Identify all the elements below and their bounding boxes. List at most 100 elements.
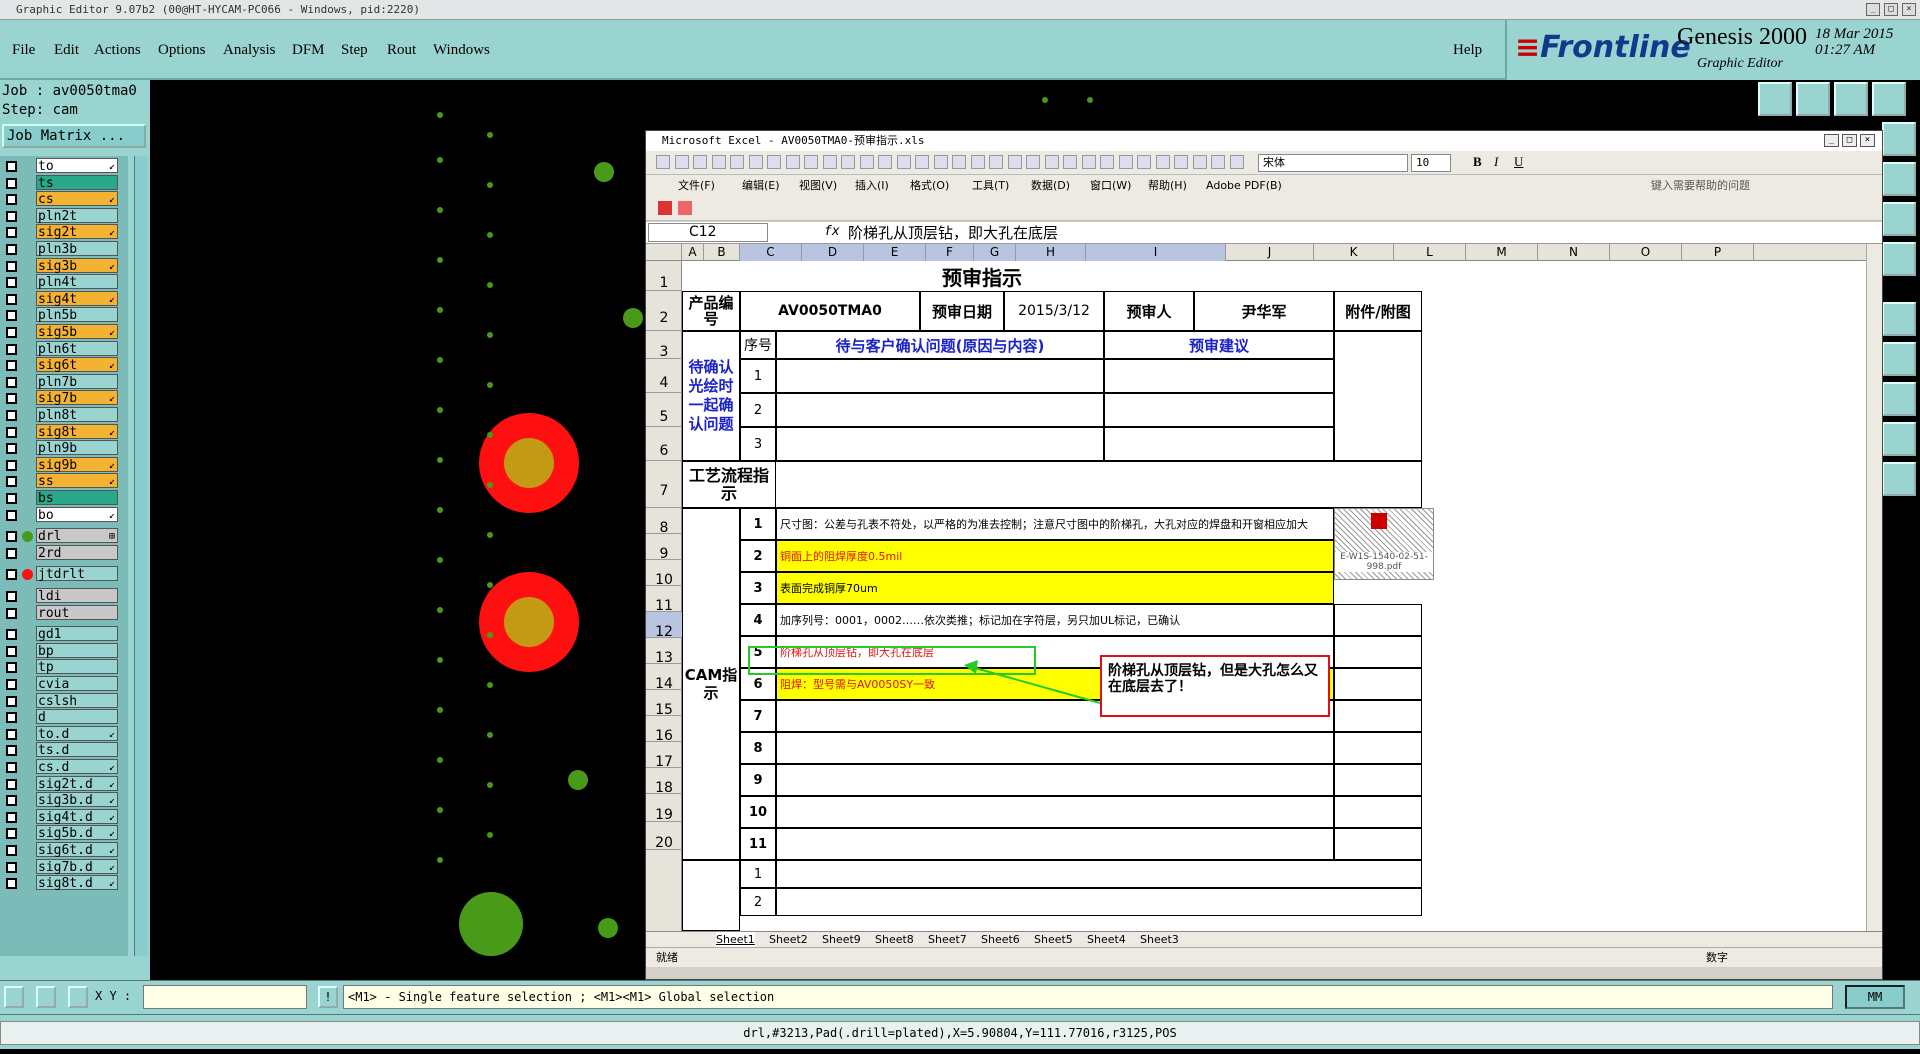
tool-button[interactable] bbox=[1872, 82, 1906, 116]
attach-cell[interactable] bbox=[1334, 828, 1422, 860]
row-header-6[interactable]: 6 bbox=[646, 427, 682, 461]
via-dot[interactable] bbox=[437, 112, 443, 118]
column-header-B[interactable]: B bbox=[704, 244, 740, 261]
next-cell[interactable] bbox=[776, 860, 1422, 888]
cam-number[interactable]: 7 bbox=[740, 700, 776, 732]
via-dot[interactable] bbox=[487, 582, 493, 588]
row-header-4[interactable]: 4 bbox=[646, 359, 682, 393]
via-dot[interactable] bbox=[487, 782, 493, 788]
layer-row-sig6t[interactable]: sig6t ↙ bbox=[0, 357, 128, 373]
via-dot[interactable] bbox=[437, 657, 443, 663]
attach-cell[interactable] bbox=[1334, 604, 1422, 636]
layer-row-pln9b[interactable]: pln9b bbox=[0, 440, 128, 456]
layer-name[interactable]: drl ⊞ bbox=[36, 528, 118, 544]
column-header-H[interactable]: H bbox=[1016, 244, 1086, 261]
pad-feature[interactable] bbox=[479, 572, 579, 672]
layer-checkbox[interactable] bbox=[6, 591, 17, 602]
layer-name[interactable]: sig2t ↙ bbox=[36, 224, 118, 240]
layer-row-sig7b.d[interactable]: sig7b.d ↙ bbox=[0, 858, 128, 875]
layer-name[interactable]: jtdrlt bbox=[36, 566, 118, 582]
close-button[interactable]: × bbox=[1902, 3, 1916, 16]
menu-step[interactable]: Step bbox=[341, 42, 368, 59]
row-header-7[interactable]: 7 bbox=[646, 461, 682, 508]
layer-row-drl[interactable]: drl ⊞ bbox=[0, 528, 128, 544]
layer-checkbox[interactable] bbox=[6, 795, 17, 807]
via-dot[interactable] bbox=[437, 757, 443, 763]
layer-checkbox[interactable] bbox=[6, 393, 17, 405]
xy-input[interactable] bbox=[143, 985, 307, 1009]
tool-button[interactable] bbox=[1882, 302, 1916, 336]
layer-checkbox[interactable] bbox=[6, 778, 17, 790]
layer-name[interactable]: pln4t bbox=[36, 274, 118, 290]
column-header-N[interactable]: N bbox=[1538, 244, 1610, 261]
row-header-10[interactable]: 10 bbox=[646, 560, 682, 588]
layer-checkbox[interactable] bbox=[6, 244, 17, 255]
date-label[interactable]: 预审日期 bbox=[920, 291, 1004, 331]
layer-row-sig6t.d[interactable]: sig6t.d ↙ bbox=[0, 842, 128, 858]
snap-tool-icon[interactable] bbox=[68, 986, 88, 1008]
excel-close-button[interactable]: × bbox=[1860, 134, 1875, 147]
maximize-button[interactable]: □ bbox=[1884, 3, 1898, 16]
row-header-19[interactable]: 19 bbox=[646, 794, 682, 823]
next-section[interactable] bbox=[682, 860, 740, 931]
row-header-1[interactable]: 1 bbox=[646, 261, 682, 291]
sheet-tab-Sheet6[interactable]: Sheet6 bbox=[981, 932, 1020, 947]
toolbar-icon[interactable] bbox=[1155, 155, 1170, 169]
layer-name[interactable]: 2rd bbox=[36, 544, 118, 561]
layer-name[interactable]: pln6t bbox=[36, 340, 118, 357]
column-header-M[interactable]: M bbox=[1466, 244, 1538, 261]
attach-cell[interactable] bbox=[1334, 636, 1422, 668]
cam-instruction[interactable] bbox=[776, 796, 1334, 828]
column-header-G[interactable]: G bbox=[974, 244, 1016, 261]
toolbar-icon[interactable] bbox=[1174, 155, 1188, 169]
layer-checkbox[interactable] bbox=[6, 547, 17, 559]
layer-checkbox[interactable] bbox=[6, 260, 17, 272]
via-feature[interactable] bbox=[598, 918, 618, 938]
menu-analysis[interactable]: Analysis bbox=[223, 42, 276, 59]
via-dot[interactable] bbox=[487, 432, 493, 438]
via-dot[interactable] bbox=[487, 682, 493, 688]
attach-cell[interactable] bbox=[1334, 668, 1422, 700]
pad-feature[interactable] bbox=[479, 413, 579, 513]
layer-row-cvia[interactable]: cvia bbox=[0, 676, 128, 692]
toolbar-icon[interactable] bbox=[859, 155, 874, 169]
via-dot[interactable] bbox=[1042, 97, 1048, 103]
layer-name[interactable]: sig8t.d ↙ bbox=[36, 875, 118, 891]
layer-name[interactable]: ldi bbox=[36, 588, 118, 604]
toolbar-icon[interactable] bbox=[767, 155, 781, 169]
tool-button[interactable] bbox=[1882, 462, 1916, 496]
attach-cell[interactable] bbox=[1334, 732, 1422, 764]
issue-number[interactable]: 2 bbox=[740, 393, 776, 427]
via-feature[interactable] bbox=[459, 892, 523, 956]
suggest-cell[interactable] bbox=[1104, 393, 1334, 427]
tool-button[interactable] bbox=[1796, 82, 1830, 116]
tool-button[interactable] bbox=[1882, 342, 1916, 376]
column-header-D[interactable]: D bbox=[802, 244, 864, 261]
toolbar-icon[interactable] bbox=[1044, 155, 1059, 169]
layer-row-pln3b[interactable]: pln3b bbox=[0, 241, 128, 257]
next-number[interactable]: 2 bbox=[740, 888, 776, 916]
cam-instruction[interactable] bbox=[776, 828, 1334, 860]
via-dot[interactable] bbox=[487, 232, 493, 238]
layer-name[interactable]: d bbox=[36, 709, 118, 725]
excel-menu-adobe[interactable]: Adobe PDF(B) bbox=[1206, 175, 1282, 197]
worksheet-grid[interactable]: ABCDEFGHIJKLMNOP 1 2 3 4 5 6 7 8 9 10 11 12 13 14 15 16… bbox=[646, 244, 1866, 931]
via-dot[interactable] bbox=[487, 532, 493, 538]
column-header-O[interactable]: O bbox=[1610, 244, 1682, 261]
toolbar-icon[interactable] bbox=[1100, 155, 1114, 169]
column-header-E[interactable]: E bbox=[864, 244, 926, 261]
layer-name[interactable]: pln8t bbox=[36, 407, 118, 423]
layer-row-sig4t.d[interactable]: sig4t.d ↙ bbox=[0, 808, 128, 825]
layer-row-rout[interactable]: rout bbox=[0, 604, 128, 621]
layer-checkbox[interactable] bbox=[6, 177, 17, 189]
layer-name[interactable]: ts bbox=[36, 174, 118, 191]
column-header-J[interactable]: J bbox=[1226, 244, 1314, 261]
layer-name[interactable]: sig5b.d ↙ bbox=[36, 825, 118, 841]
sheet-tab-Sheet4[interactable]: Sheet4 bbox=[1087, 932, 1126, 947]
layer-row-cs.d[interactable]: cs.d ↙ bbox=[0, 759, 128, 775]
toolbar-icon[interactable] bbox=[693, 155, 707, 169]
job-matrix-button[interactable]: Job Matrix ... bbox=[2, 124, 146, 148]
layer-checkbox[interactable] bbox=[6, 376, 17, 388]
layer-row-pln2t[interactable]: pln2t bbox=[0, 207, 128, 224]
menu-actions[interactable]: Actions bbox=[94, 42, 141, 59]
